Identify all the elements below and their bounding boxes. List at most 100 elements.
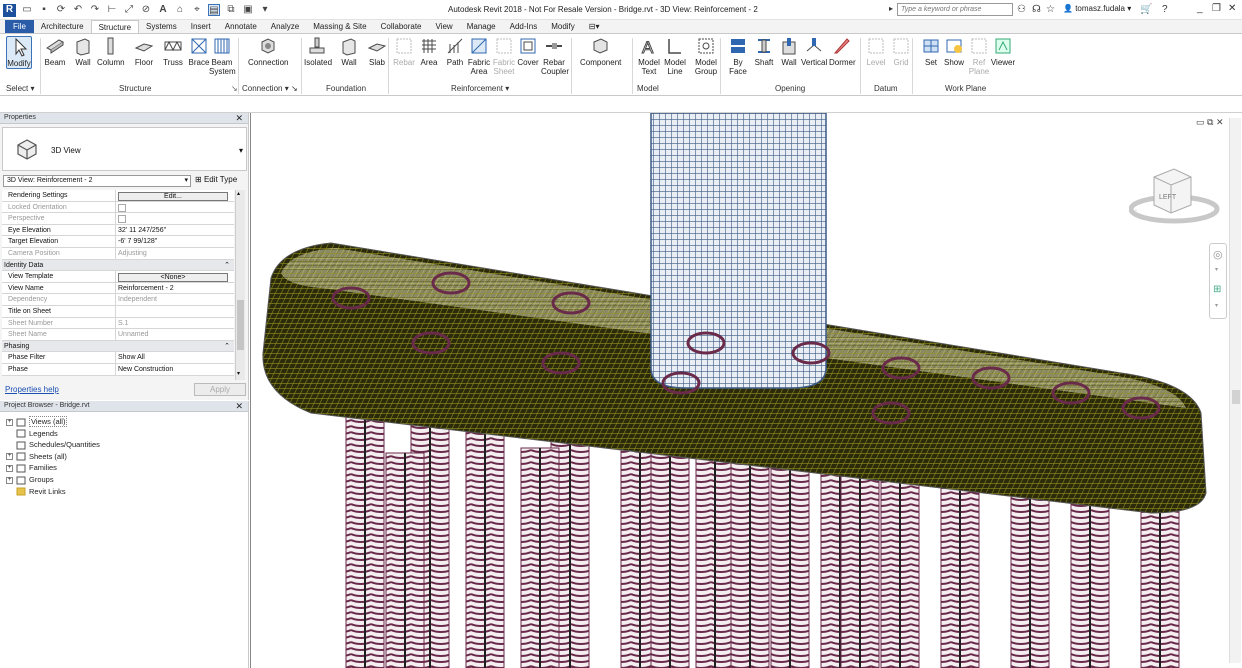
structure-dialog-launcher-icon[interactable]: ↘ (231, 84, 238, 93)
tab-analyze[interactable]: Analyze (264, 20, 306, 33)
tab-add-ins[interactable]: Add-Ins (503, 20, 545, 33)
type-selector[interactable]: 3D View ▾ (2, 127, 247, 171)
owall-button[interactable]: Wall (776, 36, 802, 67)
browser-item[interactable]: Legends (6, 429, 58, 439)
edit-type-button[interactable]: ⊞ Edit Type (195, 175, 237, 184)
connection-button[interactable]: Connection (248, 36, 288, 67)
steering-wheel-icon[interactable]: ◎ (1213, 248, 1223, 261)
expand-icon[interactable]: + (6, 464, 13, 472)
minimize-icon[interactable]: ▭ (1196, 117, 1205, 127)
wall-button[interactable]: Wall (70, 36, 96, 67)
property-section-header[interactable]: Phasing ⌃ (2, 340, 234, 353)
3d-viewport[interactable]: ▭ ⧉ ✕ LEFT ◦ ◎ ▾ ⊞ ▾ (250, 113, 1242, 668)
scrollbar-thumb[interactable] (1232, 390, 1240, 404)
browser-item[interactable]: Schedules/Quantities (6, 440, 100, 450)
expand-icon[interactable]: + (6, 453, 13, 461)
scroll-up-icon[interactable]: ▴ (237, 190, 240, 197)
shaft-button[interactable]: Shaft (751, 36, 777, 67)
3d-view-icon[interactable]: ⌂ (174, 4, 186, 16)
properties-scrollbar[interactable]: ▴ ▾ (235, 190, 245, 380)
apply-button[interactable]: Apply (194, 383, 246, 396)
property-value[interactable]: Show All (115, 352, 234, 364)
floor-button[interactable]: Floor (131, 36, 157, 67)
browser-item[interactable]: + Groups (6, 475, 54, 485)
chevron-down-icon[interactable]: ▾ (1215, 266, 1218, 273)
area-button[interactable]: Area (416, 36, 442, 67)
text-icon[interactable]: A (157, 4, 169, 16)
collapse-icon[interactable]: ⌃ (224, 342, 230, 350)
chevron-down-icon[interactable]: ▾ (1215, 302, 1218, 309)
fwall-button[interactable]: Wall (336, 36, 362, 67)
close-icon[interactable]: ✕ (1228, 3, 1236, 14)
tab-collaborate[interactable]: Collaborate (374, 20, 429, 33)
property-section-header[interactable]: Identity Data ⌃ (2, 259, 234, 272)
property-value[interactable]: -6' 7 99/128" (115, 236, 234, 248)
modelgroup-button[interactable]: Model Group (693, 36, 719, 76)
property-button[interactable]: <None> (118, 273, 228, 283)
property-value[interactable]: Independent (115, 294, 234, 306)
property-value[interactable]: S.1 (115, 317, 234, 329)
property-button[interactable]: Edit... (118, 192, 228, 201)
group-label-reinforcement[interactable]: Reinforcement ▾ (451, 84, 509, 93)
path-button[interactable]: Path (442, 36, 468, 67)
modeltext-button[interactable]: A Model Text (636, 36, 662, 77)
tab-structure[interactable]: Structure (90, 20, 140, 33)
type-dropdown-icon[interactable]: ▾ (239, 146, 243, 155)
user-menu[interactable]: 👤 tomasz.fudala ▾ (1063, 4, 1131, 13)
close-icon[interactable]: ✕ (1216, 117, 1224, 127)
property-value[interactable] (115, 306, 234, 317)
close-hidden-icon[interactable]: ⧉ (225, 4, 237, 16)
tab-massing-site[interactable]: Massing & Site (306, 20, 373, 33)
instance-selector[interactable]: 3D View: Reinforcement - 2 ▾ (3, 175, 191, 187)
sync-icon[interactable]: ⟳ (55, 4, 67, 16)
rebarcoupler-button[interactable]: Rebar Coupler (541, 36, 569, 76)
property-value[interactable]: Adjusting (115, 248, 234, 259)
slab-button[interactable]: Slab (364, 36, 390, 67)
tab-architecture[interactable]: Architecture (34, 20, 91, 33)
property-value[interactable]: 32' 11 247/256" (115, 224, 234, 236)
undo-icon[interactable]: ↶ (72, 4, 84, 16)
switch-windows-icon[interactable]: ▣ (242, 4, 254, 16)
property-value[interactable]: Unnamed (115, 329, 234, 341)
tab-file[interactable]: File (5, 20, 34, 33)
property-checkbox[interactable] (118, 215, 126, 224)
beam-button[interactable]: Beam (42, 36, 68, 67)
rebar-model-drawing[interactable] (251, 113, 1242, 668)
fabricsheet-button[interactable]: Fabric Sheet (491, 36, 517, 76)
level-button[interactable]: Level (863, 36, 889, 67)
tab-modify[interactable]: Modify (544, 20, 582, 33)
tab-insert[interactable]: Insert (184, 20, 218, 33)
tab-systems[interactable]: Systems (139, 20, 184, 33)
vertical-button[interactable]: Vertical (801, 36, 827, 67)
browser-item[interactable]: + Sheets (all) (6, 452, 67, 462)
section-icon[interactable]: ⌖ (191, 4, 203, 16)
tab-view[interactable]: View (429, 20, 460, 33)
tag-icon[interactable]: ⊘ (140, 4, 152, 16)
close-icon[interactable]: ✕ (235, 401, 243, 412)
group-label-connection[interactable]: Connection ▾ ↘ (242, 84, 298, 93)
refplane-button[interactable]: Ref Plane (966, 36, 992, 76)
viewcube[interactable]: LEFT ◦ (1129, 165, 1223, 225)
property-value[interactable]: Reinforcement - 2 (115, 282, 234, 294)
show-button[interactable]: Show (941, 36, 967, 67)
subscription-icon[interactable]: ☊ (1032, 3, 1041, 16)
revit-logo-icon[interactable]: R (3, 3, 16, 17)
tab-manage[interactable]: Manage (460, 20, 503, 33)
dormer-button[interactable]: Dormer (829, 36, 856, 67)
restore-icon[interactable]: ⧉ (1207, 117, 1213, 127)
cover-button[interactable]: Cover (515, 36, 541, 67)
grid-button[interactable]: Grid (888, 36, 914, 67)
expand-icon[interactable]: + (6, 476, 13, 484)
open-icon[interactable]: ▭ (21, 4, 33, 16)
component-button[interactable]: Component (580, 36, 621, 67)
property-value[interactable]: New Construction (115, 364, 234, 375)
browser-item[interactable]: + Families (6, 463, 57, 473)
modify-button[interactable]: Modify (6, 36, 32, 69)
beamsystem-button[interactable]: Beam System (209, 36, 236, 76)
search-expand-icon[interactable]: ▸ (889, 4, 893, 13)
group-label-select[interactable]: Select ▾ (6, 84, 34, 93)
collapse-icon[interactable]: ⌃ (224, 261, 230, 269)
property-checkbox[interactable] (118, 203, 126, 212)
thin-lines-icon[interactable]: ▤ (208, 4, 220, 16)
fabricarea-button[interactable]: Fabric Area (466, 36, 492, 76)
